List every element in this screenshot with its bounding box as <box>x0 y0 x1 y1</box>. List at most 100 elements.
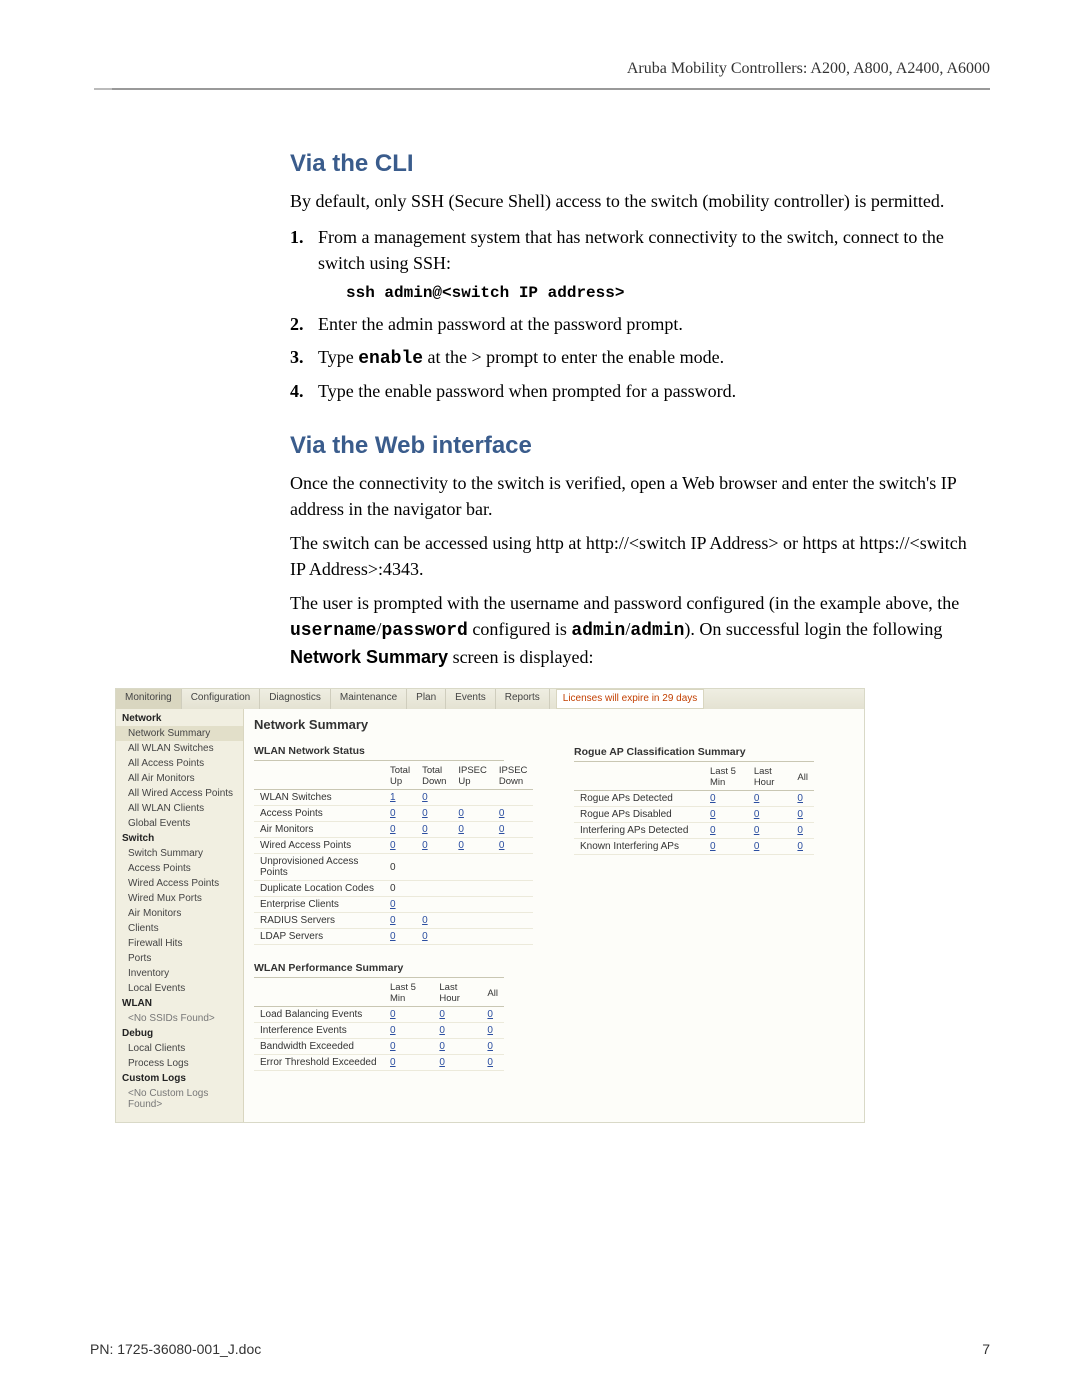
nav-item[interactable]: Firewall Hits <box>116 936 243 951</box>
nav-item[interactable]: Wired Mux Ports <box>116 891 243 906</box>
cell[interactable]: 0 <box>433 1055 481 1071</box>
cell[interactable]: 0 <box>791 839 814 855</box>
cli-step1-text: From a management system that has networ… <box>318 227 944 273</box>
nav-item[interactable]: Switch Summary <box>116 846 243 861</box>
cell[interactable]: 0 <box>748 791 792 807</box>
cell[interactable]: 0 <box>481 1039 504 1055</box>
nav-item[interactable]: Network Summary <box>116 726 243 741</box>
cell[interactable]: 0 <box>748 823 792 839</box>
col-header: Last 5 Min <box>704 764 748 791</box>
cell[interactable]: 0 <box>384 838 416 854</box>
cell[interactable]: 0 <box>384 1055 433 1071</box>
cell[interactable]: 0 <box>452 806 493 822</box>
cell[interactable]: 0 <box>791 807 814 823</box>
cell[interactable]: 0 <box>704 807 748 823</box>
cell <box>493 897 534 913</box>
tab-events[interactable]: Events <box>446 689 496 709</box>
tab-configuration[interactable]: Configuration <box>182 689 260 709</box>
table-row: Access Points0000 <box>254 806 533 822</box>
cell[interactable]: 0 <box>791 823 814 839</box>
cell[interactable]: 0 <box>748 807 792 823</box>
cell[interactable]: 0 <box>384 822 416 838</box>
row-label: Duplicate Location Codes <box>254 881 384 897</box>
cell[interactable]: 0 <box>384 913 416 929</box>
cli-step-2: Enter the admin password at the password… <box>290 311 980 337</box>
table-row: Unprovisioned Access Points0 <box>254 854 533 881</box>
top-tabs: MonitoringConfigurationDiagnosticsMainte… <box>116 689 864 709</box>
cell[interactable]: 0 <box>433 1039 481 1055</box>
cell[interactable]: 0 <box>704 791 748 807</box>
cell[interactable]: 0 <box>493 838 534 854</box>
nav-item[interactable]: Wired Access Points <box>116 876 243 891</box>
nav-item[interactable]: All Access Points <box>116 756 243 771</box>
ssh-prefix: ssh admin@ <box>346 284 442 302</box>
cell[interactable]: 0 <box>704 839 748 855</box>
cell[interactable]: 0 <box>384 1023 433 1039</box>
tab-monitoring[interactable]: Monitoring <box>116 689 182 709</box>
cell[interactable]: 0 <box>791 791 814 807</box>
nav-item[interactable]: Ports <box>116 951 243 966</box>
table-row: Load Balancing Events000 <box>254 1007 504 1023</box>
nav-item[interactable]: All Air Monitors <box>116 771 243 786</box>
cell[interactable]: 0 <box>416 822 452 838</box>
row-label: Access Points <box>254 806 384 822</box>
row-label: Known Interfering APs <box>574 839 704 855</box>
row-label: Load Balancing Events <box>254 1007 384 1023</box>
cell[interactable]: 0 <box>433 1007 481 1023</box>
table-row: Duplicate Location Codes0 <box>254 881 533 897</box>
nav-item[interactable]: Air Monitors <box>116 906 243 921</box>
cell[interactable]: 0 <box>416 913 452 929</box>
cell <box>452 913 493 929</box>
row-label: Bandwidth Exceeded <box>254 1039 384 1055</box>
cell[interactable]: 0 <box>481 1007 504 1023</box>
nav-item[interactable]: Inventory <box>116 966 243 981</box>
cell[interactable]: 0 <box>748 839 792 855</box>
cell[interactable]: 0 <box>416 806 452 822</box>
tab-reports[interactable]: Reports <box>496 689 550 709</box>
cell[interactable]: 0 <box>481 1055 504 1071</box>
cell: 0 <box>384 854 416 881</box>
col-header <box>574 764 704 791</box>
col-header: Last 5 Min <box>384 980 433 1007</box>
nav-item[interactable]: All WLAN Clients <box>116 801 243 816</box>
cell[interactable]: 0 <box>384 806 416 822</box>
rogue-table: Last 5 MinLast HourAllRogue APs Detected… <box>574 764 814 855</box>
cell[interactable]: 1 <box>384 790 416 806</box>
ssh-arg: <switch IP address> <box>442 284 624 302</box>
nav-item[interactable]: All Wired Access Points <box>116 786 243 801</box>
nav-item[interactable]: Global Events <box>116 816 243 831</box>
nav-item[interactable]: Process Logs <box>116 1056 243 1071</box>
row-label: Unprovisioned Access Points <box>254 854 384 881</box>
cell <box>452 929 493 945</box>
nav-header: Debug <box>116 1026 243 1041</box>
cell[interactable]: 0 <box>384 929 416 945</box>
cell[interactable]: 0 <box>384 1039 433 1055</box>
cell[interactable]: 0 <box>416 929 452 945</box>
col-header: All <box>481 980 504 1007</box>
cell[interactable]: 0 <box>452 822 493 838</box>
nav-item[interactable]: Clients <box>116 921 243 936</box>
web-p2: The switch can be accessed using http at… <box>290 530 980 582</box>
tab-maintenance[interactable]: Maintenance <box>331 689 407 709</box>
tab-plan[interactable]: Plan <box>407 689 446 709</box>
table-row: WLAN Switches10 <box>254 790 533 806</box>
web-p3k: screen is displayed: <box>448 647 593 667</box>
cell[interactable]: 0 <box>433 1023 481 1039</box>
nav-item[interactable]: Access Points <box>116 861 243 876</box>
cell[interactable]: 0 <box>452 838 493 854</box>
cell[interactable]: 0 <box>704 823 748 839</box>
cell[interactable]: 0 <box>493 822 534 838</box>
cell[interactable]: 0 <box>416 838 452 854</box>
cell[interactable]: 0 <box>493 806 534 822</box>
cli-step3a: Type <box>318 347 358 367</box>
cell[interactable]: 0 <box>416 790 452 806</box>
table-row: Wired Access Points0000 <box>254 838 533 854</box>
nav-item[interactable]: Local Events <box>116 981 243 996</box>
nav-item[interactable]: All WLAN Switches <box>116 741 243 756</box>
cell[interactable]: 0 <box>481 1023 504 1039</box>
nav-item[interactable]: Local Clients <box>116 1041 243 1056</box>
cell <box>452 897 493 913</box>
cell[interactable]: 0 <box>384 1007 433 1023</box>
tab-diagnostics[interactable]: Diagnostics <box>260 689 331 709</box>
cell[interactable]: 0 <box>384 897 416 913</box>
